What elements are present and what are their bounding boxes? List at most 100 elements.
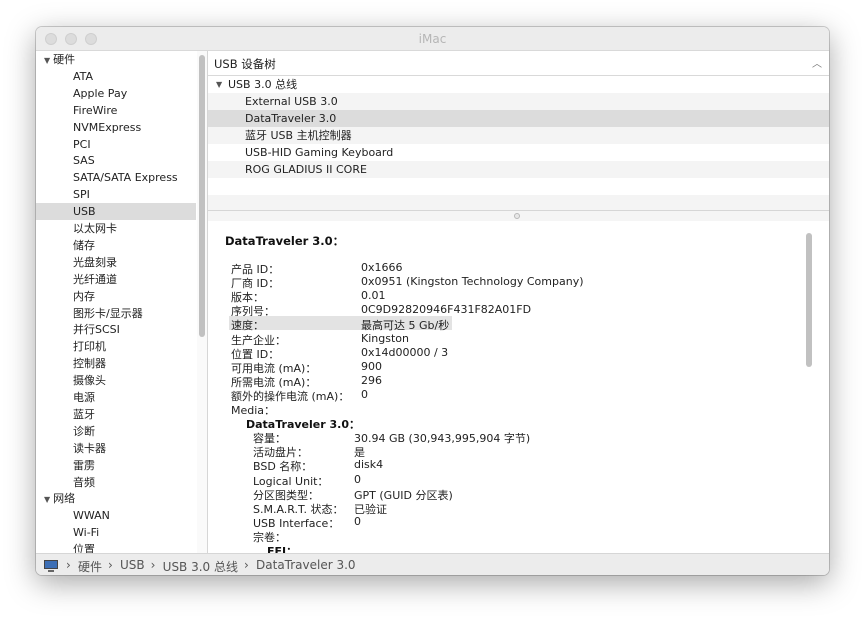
sidebar-item-spi[interactable]: SPI [36,186,196,203]
sidebar-item-ata[interactable]: ATA [36,68,196,85]
sidebar-item-item-14[interactable]: 内存 [36,288,196,305]
breadcrumb-item[interactable]: USB [120,558,145,572]
breadcrumb-separator-icon: › [108,558,113,572]
sidebar-item-label: 光纤通道 [73,272,117,286]
chevron-up-icon[interactable]: ︿ [812,55,822,70]
sidebar-item-sata-sata-express[interactable]: SATA/SATA Express [36,169,196,186]
breadcrumb-item[interactable]: USB 3.0 总线 [163,558,238,575]
sidebar-item-label: 音频 [73,475,95,489]
sidebar-group-item-0[interactable]: ▼ 硬件 [36,51,196,68]
property-value: 0x0951 (Kingston Technology Company) [361,275,584,289]
sidebar-item-item-25[interactable]: 音频 [36,474,196,491]
sidebar-item-apple-pay[interactable]: Apple Pay [36,85,196,102]
sidebar-item-label: 蓝牙 [73,407,95,421]
sidebar-item-label: 网络 [53,492,76,506]
sidebar-item-item-23[interactable]: 读卡器 [36,440,196,457]
sidebar-item-label: NVMExpress [73,120,142,134]
sidebar-group-item-26[interactable]: ▼ 网络 [36,490,196,507]
property-value: 900 [361,359,382,373]
sidebar-item-sas[interactable]: SAS [36,152,196,169]
sidebar-item-item-17[interactable]: 打印机 [36,338,196,355]
sidebar-item-firewire[interactable]: FireWire [36,102,196,119]
sidebar-item-label: 雷雳 [73,458,95,472]
disclosure-triangle-icon[interactable]: ▼ [216,76,222,93]
sidebar-item-item-29[interactable]: 位置 [36,541,196,553]
property-value: 0 [361,387,368,401]
window-title: iMac [418,32,447,46]
sidebar-item-label: 读卡器 [73,441,106,455]
sidebar-scrollbar[interactable] [197,51,208,553]
breadcrumb-separator-icon: › [244,558,249,572]
tree-device-row[interactable]: DataTraveler 3.0 [208,110,829,127]
sidebar-item-label: 以太网卡 [73,222,117,235]
sidebar-item-label: SATA/SATA Express [73,171,178,185]
sidebar-item-label: Wi-Fi [73,526,100,540]
sidebar-item-label: 图形卡/显示器 [73,306,143,320]
sidebar-item-pci[interactable]: PCI [36,136,196,153]
disclosure-triangle-icon[interactable]: ▼ [44,56,50,65]
property-value: 0.01 [361,289,386,303]
media-property-value: 0 [354,514,361,528]
tree-device-row[interactable]: 蓝牙 USB 主机控制器 [208,127,829,144]
sidebar-item-label: 储存 [73,238,95,252]
sidebar-item-label: 控制器 [73,357,106,371]
sidebar-item-item-20[interactable]: 电源 [36,389,196,406]
sidebar-item-item-19[interactable]: 摄像头 [36,372,196,389]
sidebar-item-wi-fi[interactable]: Wi-Fi [36,524,196,541]
sidebar-item-label: USB [73,205,96,219]
tree-device-label: External USB 3.0 [245,95,338,108]
breadcrumb-item[interactable]: 硬件 [78,558,102,575]
sidebar-item-item-18[interactable]: 控制器 [36,355,196,372]
sidebar-item-label: 硬件 [53,53,76,66]
sidebar-item-item-21[interactable]: 蓝牙 [36,406,196,423]
tree-device-label: DataTraveler 3.0 [245,112,337,125]
property-value: 0x14d00000 / 3 [361,345,449,359]
sidebar-item-label: 电源 [73,391,95,404]
splitter-handle-icon[interactable] [514,213,520,219]
tree-root-usb-bus[interactable]: ▼ USB 3.0 总线 [208,76,829,93]
detail-scrollbar-thumb[interactable] [806,233,812,367]
breadcrumb-separator-icon: › [66,558,71,572]
property-value: 0C9D92820946F431F82A01FD [361,303,532,317]
tree-device-row[interactable]: External USB 3.0 [208,93,829,110]
sidebar-item-item-11[interactable]: 储存 [36,237,196,254]
tree-root-label: USB 3.0 总线 [228,78,298,91]
sidebar-scrollbar-thumb[interactable] [199,55,205,337]
sidebar-item-label: 打印机 [73,340,106,354]
property-value: 0x1666 [361,261,403,274]
titlebar: iMac [36,27,829,51]
sidebar-item-item-10[interactable]: 以太网卡 [36,220,196,237]
sidebar-item-usb[interactable]: USB [36,203,196,221]
sidebar-item-item-13[interactable]: 光纤通道 [36,271,196,288]
sidebar-item-label: WWAN [73,509,110,523]
breadcrumb: › 硬件 › USB › USB 3.0 总线 › DataTraveler 3.0 [36,553,829,575]
tree-device-label: USB-HID Gaming Keyboard [245,146,394,159]
sidebar-item-wwan[interactable]: WWAN [36,507,196,524]
device-tree-header[interactable]: USB 设备树 ︿ [208,51,829,76]
detail-pane: DataTraveler 3.0： 产品 ID： 0x1666 厂商 ID： 0x09… [208,221,829,553]
sidebar-item-label: 并行SCSI [73,323,120,337]
sidebar-item-item-22[interactable]: 诊断 [36,423,196,440]
sidebar-item-label: Apple Pay [73,86,128,100]
sidebar-item-item-24[interactable]: 雷雳 [36,457,196,474]
property-value: 296 [361,373,382,387]
sidebar-item-label: FireWire [73,103,118,117]
breadcrumb-item[interactable]: DataTraveler 3.0 [256,558,356,572]
sidebar-item-label: 诊断 [73,424,95,438]
breadcrumb-separator-icon: › [150,558,156,572]
sidebar-item-item-15[interactable]: 图形卡/显示器 [36,305,196,322]
system-information-window: iMac ▼ 硬件 ATA Apple Pay FireWire NVMExpress PC… [36,27,829,575]
sidebar-item-item-12[interactable]: 光盘刻录 [36,254,196,271]
imac-icon [44,560,58,572]
tree-device-row[interactable]: USB-HID Gaming Keyboard [208,144,829,161]
tree-device-label: ROG GLADIUS II CORE [245,163,367,176]
tree-empty-row [208,178,829,195]
tree-device-row[interactable]: ROG GLADIUS II CORE [208,161,829,178]
disclosure-triangle-icon[interactable]: ▼ [44,495,50,504]
sidebar-item-nvmexpress[interactable]: NVMExpress [36,119,196,136]
media-property-value: 30.94 GB (30,943,995,904 字节) [354,432,531,446]
sidebar-item-label: 位置 [73,543,95,553]
sidebar: ▼ 硬件 ATA Apple Pay FireWire NVMExpress PCI SAS S… [36,51,196,553]
detail-scrollbar[interactable] [805,229,814,545]
sidebar-item-scsi[interactable]: 并行SCSI [36,321,196,338]
